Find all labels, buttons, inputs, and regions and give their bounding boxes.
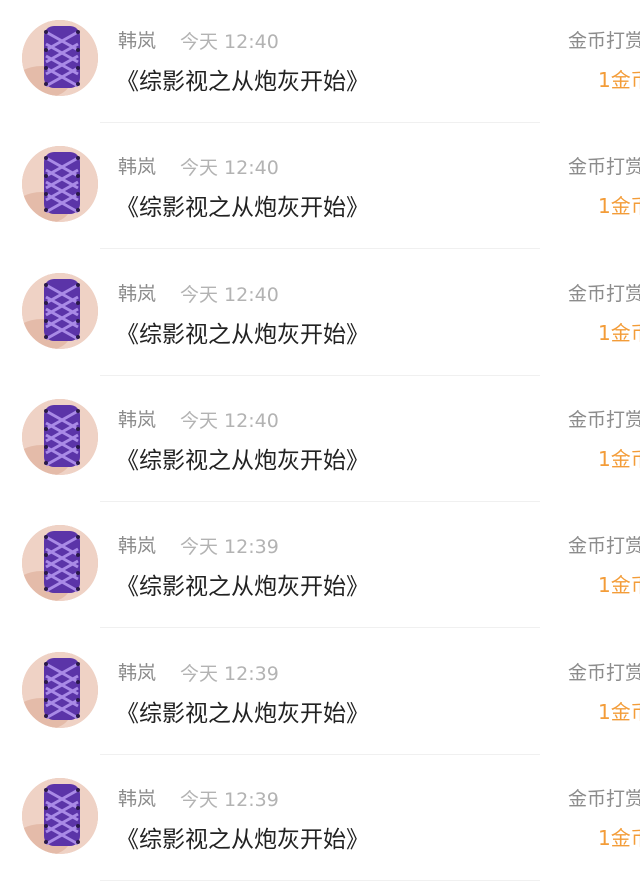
reward-record-item[interactable]: 韩岚 今天 12:39 《综影视之从炮灰开始》 金币打赏 1金币 bbox=[0, 632, 640, 758]
divider bbox=[100, 880, 540, 881]
avatar[interactable] bbox=[22, 399, 98, 475]
bracelet-avatar-image bbox=[22, 273, 98, 349]
book-title[interactable]: 《综影视之从炮灰开始》 bbox=[116, 820, 369, 854]
reward-amount: 1金币 bbox=[598, 826, 640, 850]
book-title[interactable]: 《综影视之从炮灰开始》 bbox=[116, 315, 369, 349]
book-title[interactable]: 《综影视之从炮灰开始》 bbox=[116, 188, 369, 222]
reward-record-item[interactable]: 韩岚 今天 12:40 《综影视之从炮灰开始》 金币打赏 1金币 bbox=[0, 126, 640, 252]
book-title[interactable]: 《综影视之从炮灰开始》 bbox=[116, 567, 369, 601]
reward-type-label: 金币打赏 bbox=[568, 788, 640, 810]
reward-record-list: 韩岚 今天 12:40 《综影视之从炮灰开始》 金币打赏 1金币 韩岚 今 bbox=[0, 0, 640, 885]
timestamp: 今天 12:40 bbox=[180, 31, 279, 53]
divider bbox=[100, 754, 540, 755]
bracelet-avatar-image bbox=[22, 652, 98, 728]
user-name[interactable]: 韩岚 bbox=[118, 531, 156, 558]
bracelet-avatar-image bbox=[22, 525, 98, 601]
reward-record-item[interactable]: 韩岚 今天 12:39 《综影视之从炮灰开始》 金币打赏 1金币 bbox=[0, 758, 640, 884]
timestamp: 今天 12:39 bbox=[180, 663, 279, 685]
user-name[interactable]: 韩岚 bbox=[118, 784, 156, 811]
reward-amount: 1金币 bbox=[598, 321, 640, 345]
reward-record-item[interactable]: 韩岚 今天 12:40 《综影视之从炮灰开始》 金币打赏 1金币 bbox=[0, 379, 640, 505]
bracelet-avatar-image bbox=[22, 20, 98, 96]
user-name[interactable]: 韩岚 bbox=[118, 152, 156, 179]
timestamp: 今天 12:40 bbox=[180, 284, 279, 306]
user-name[interactable]: 韩岚 bbox=[118, 658, 156, 685]
divider bbox=[100, 501, 540, 502]
avatar[interactable] bbox=[22, 525, 98, 601]
user-name[interactable]: 韩岚 bbox=[118, 26, 156, 53]
reward-amount: 1金币 bbox=[598, 68, 640, 92]
timestamp: 今天 12:39 bbox=[180, 536, 279, 558]
user-name[interactable]: 韩岚 bbox=[118, 405, 156, 432]
reward-amount: 1金币 bbox=[598, 573, 640, 597]
timestamp: 今天 12:40 bbox=[180, 157, 279, 179]
timestamp: 今天 12:39 bbox=[180, 789, 279, 811]
bracelet-avatar-image bbox=[22, 399, 98, 475]
reward-amount: 1金币 bbox=[598, 194, 640, 218]
reward-record-item[interactable]: 韩岚 今天 12:40 《综影视之从炮灰开始》 金币打赏 1金币 bbox=[0, 0, 640, 126]
book-title[interactable]: 《综影视之从炮灰开始》 bbox=[116, 694, 369, 728]
reward-type-label: 金币打赏 bbox=[568, 535, 640, 557]
divider bbox=[100, 375, 540, 376]
reward-type-label: 金币打赏 bbox=[568, 156, 640, 178]
divider bbox=[100, 248, 540, 249]
reward-type-label: 金币打赏 bbox=[568, 283, 640, 305]
bracelet-avatar-image bbox=[22, 778, 98, 854]
timestamp: 今天 12:40 bbox=[180, 410, 279, 432]
reward-amount: 1金币 bbox=[598, 700, 640, 724]
avatar[interactable] bbox=[22, 652, 98, 728]
avatar[interactable] bbox=[22, 146, 98, 222]
avatar[interactable] bbox=[22, 20, 98, 96]
bracelet-avatar-image bbox=[22, 146, 98, 222]
reward-type-label: 金币打赏 bbox=[568, 30, 640, 52]
divider bbox=[100, 627, 540, 628]
reward-amount: 1金币 bbox=[598, 447, 640, 471]
reward-type-label: 金币打赏 bbox=[568, 409, 640, 431]
avatar[interactable] bbox=[22, 273, 98, 349]
book-title[interactable]: 《综影视之从炮灰开始》 bbox=[116, 441, 369, 475]
reward-record-item[interactable]: 韩岚 今天 12:39 《综影视之从炮灰开始》 金币打赏 1金币 bbox=[0, 505, 640, 631]
user-name[interactable]: 韩岚 bbox=[118, 279, 156, 306]
divider bbox=[100, 122, 540, 123]
book-title[interactable]: 《综影视之从炮灰开始》 bbox=[116, 62, 369, 96]
reward-record-item[interactable]: 韩岚 今天 12:40 《综影视之从炮灰开始》 金币打赏 1金币 bbox=[0, 253, 640, 379]
avatar[interactable] bbox=[22, 778, 98, 854]
reward-type-label: 金币打赏 bbox=[568, 662, 640, 684]
